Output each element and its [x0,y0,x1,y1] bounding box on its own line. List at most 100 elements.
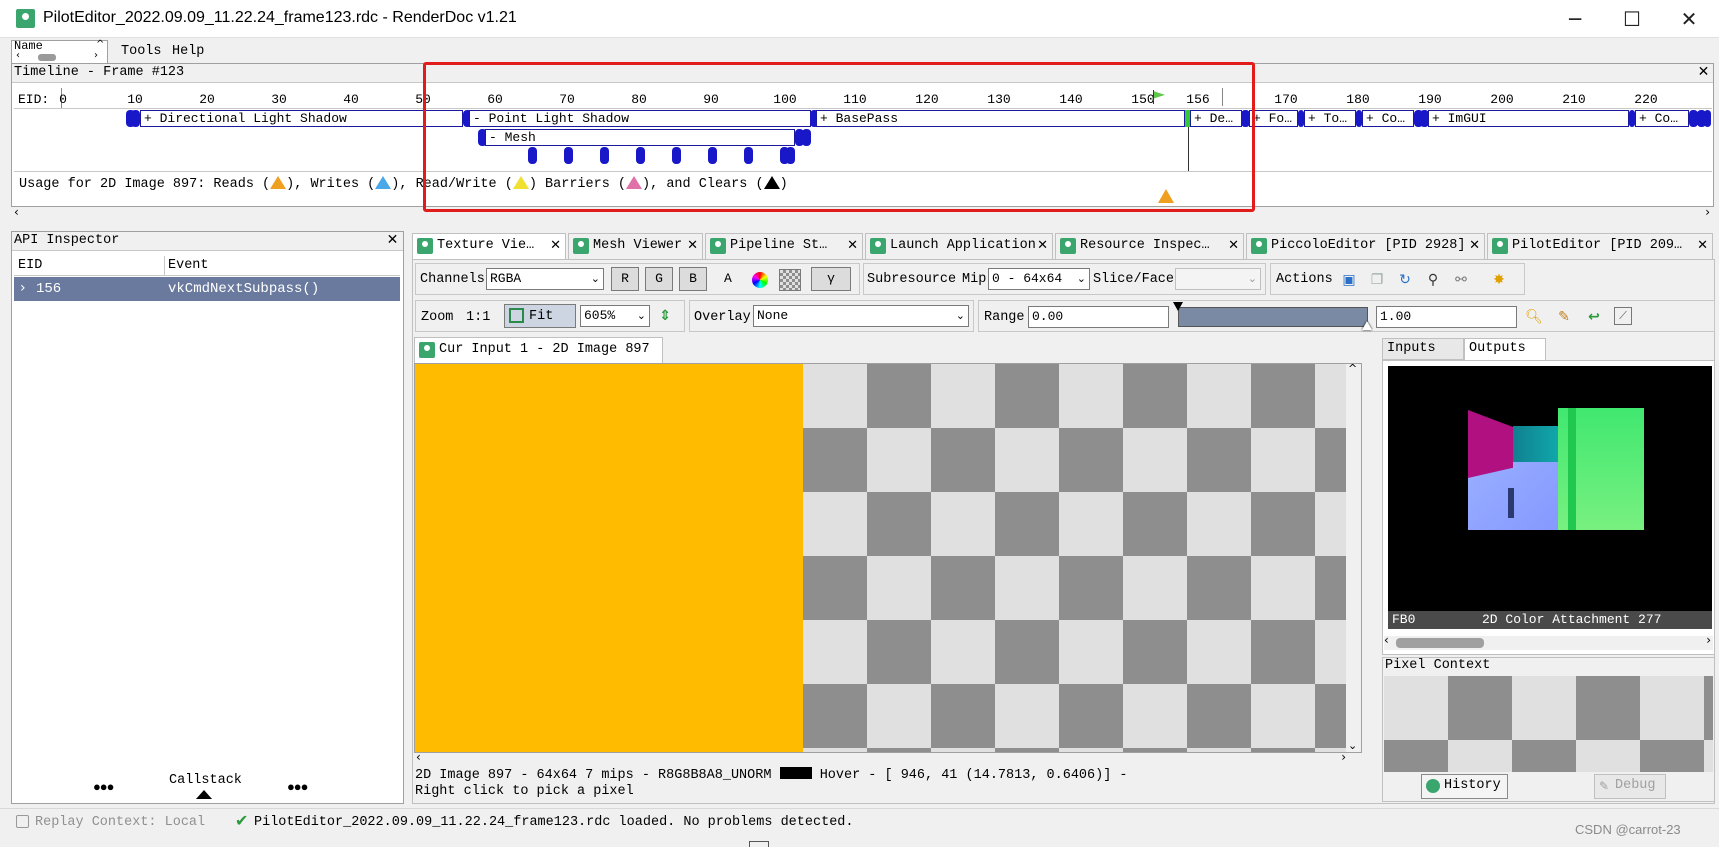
write-triangle-icon [375,176,392,189]
chevron-right-icon[interactable]: › [1706,633,1711,647]
range-min-input[interactable]: 0.00 [1028,306,1169,328]
output-thumbnail[interactable]: FB0 2D Color Attachment 277 [1388,366,1712,629]
settings-star-icon[interactable]: ✸ [1489,270,1509,290]
minimize-button[interactable]: ─ [1546,2,1604,36]
api-inspector-close-icon[interactable]: ✕ [384,232,401,249]
range-max-handle[interactable] [1362,321,1372,330]
mip-select[interactable]: 0 - 64x64 ⌄ [988,268,1090,290]
region-co-2[interactable]: + Co… [1635,110,1689,127]
canvas-vertical-scrollbar[interactable]: ^ ⌄ [1346,362,1361,752]
event-marker[interactable] [1704,110,1711,127]
channel-g-toggle[interactable]: G [645,267,673,291]
channel-b-toggle[interactable]: B [679,267,707,291]
channel-a-toggle[interactable]: A [724,271,732,286]
tab-close-icon[interactable]: ✕ [1228,234,1239,258]
api-inspector-panel: API Inspector [11,231,404,804]
chevron-down-icon[interactable]: ⌄ [1348,739,1357,752]
auto-fit-icon[interactable]: ✎ [1554,307,1574,327]
resize-grip[interactable] [749,841,769,847]
zoom-select[interactable]: 605% ⌄ [580,305,650,327]
region-co[interactable]: + Co… [1362,110,1414,127]
scroll-thumb[interactable] [38,54,56,61]
histogram-icon[interactable]: ⟋ [1614,307,1632,325]
chevron-left-icon[interactable]: ‹ [1384,633,1389,647]
tab-close-icon[interactable]: ✕ [1697,234,1708,258]
api-row-event: vkCmdNextSubpass() [168,281,320,297]
debug-button[interactable]: ✎ Debug [1594,774,1666,799]
menu-tools[interactable]: Tools [121,44,162,59]
collapse-dots-left[interactable]: ●●● [93,780,114,795]
tab-inputs[interactable]: Inputs [1382,338,1464,360]
range-histogram-slider[interactable] [1178,307,1368,327]
channel-r-toggle[interactable]: R [611,267,639,291]
range-min-handle[interactable] [1173,302,1183,311]
chevron-right-icon[interactable]: › [1705,205,1710,219]
tab-launch-application[interactable]: Launch Application ✕ [865,233,1053,259]
tab-pipeline-state[interactable]: Pipeline St… ✕ [705,233,863,259]
tab-texture-viewer[interactable]: Texture Vie… ✕ [412,233,566,259]
tab-close-icon[interactable]: ✕ [847,234,858,258]
pixel-context-view[interactable] [1384,676,1713,772]
open-icon[interactable]: ↻ [1395,270,1415,290]
tab-pilot-editor[interactable]: PilotEditor [PID 209… ✕ [1487,233,1713,259]
fit-toggle[interactable]: Fit [504,304,576,328]
api-row-selected[interactable]: › 156 vkCmdNextSubpass() [14,277,400,301]
mesh-viewer-icon [573,238,589,254]
tab-mesh-viewer[interactable]: Mesh Viewer ✕ [568,233,703,259]
tab-cur-input[interactable]: Cur Input 1 - 2D Image 897 [414,337,663,363]
column-event[interactable]: Event [168,258,209,273]
copy-icon[interactable]: ❐ [1367,270,1387,290]
name-scrollbar[interactable]: ‹ › [16,50,102,62]
scroll-thumb[interactable] [1396,638,1484,648]
chevron-left-icon[interactable]: ‹ [416,750,421,764]
chevron-left-icon[interactable]: ‹ [14,205,19,219]
region-fo[interactable]: + Fo… [1249,110,1298,127]
tab-close-icon[interactable]: ✕ [687,234,698,258]
event-marker[interactable] [131,110,140,127]
callstack-expand-icon[interactable] [196,790,212,799]
history-button[interactable]: History [1421,774,1508,799]
scene-pillar [1568,408,1576,530]
channels-select[interactable]: RGBA ⌄ [486,268,604,290]
region-directional-light-shadow[interactable]: + Directional Light Shadow [140,110,463,127]
region-to[interactable]: + To… [1304,110,1356,127]
replay-context-label[interactable]: Replay Context: Local [35,815,205,830]
chevron-right-icon[interactable]: › [1341,750,1346,764]
reset-range-icon[interactable]: ↩ [1584,307,1604,327]
checkerboard-toggle-icon[interactable] [779,269,801,291]
column-eid[interactable]: EID [18,258,42,273]
binoculars-icon[interactable]: ⚲ [1423,270,1443,290]
zoom-1to1-button[interactable]: 1:1 [466,310,490,325]
tab-close-icon[interactable]: ✕ [1469,234,1480,258]
range-max-input[interactable]: 1.00 [1376,306,1517,328]
texture-image[interactable] [415,364,803,752]
name-dropdown[interactable]: Name ‹ › ^ [11,39,108,64]
color-picker-icon[interactable] [752,272,768,288]
chevron-up-icon[interactable]: ^ [1348,362,1357,375]
thumbnail-scrollbar[interactable]: ‹ › [1384,633,1713,650]
tab-piccolo-editor[interactable]: PiccoloEditor [PID 2928] ✕ [1246,233,1485,259]
link-icon[interactable]: ⚯ [1451,270,1471,290]
canvas-horizontal-scrollbar[interactable]: ‹ › [414,750,1362,767]
flip-y-icon[interactable]: ⇕ [655,306,675,326]
texture-canvas[interactable]: ^ ⌄ [414,362,1362,753]
callstack-label[interactable]: Callstack [169,773,242,788]
menu-help[interactable]: Help [172,44,204,59]
slice-face-select[interactable]: ⌄ [1175,268,1261,290]
save-icon[interactable]: ▣ [1339,270,1359,290]
maximize-button[interactable]: ☐ [1603,2,1661,36]
collapse-dots-right[interactable]: ●●● [287,780,308,795]
texture-status-line-2: Right click to pick a pixel [415,784,634,799]
overlay-select[interactable]: None ⌄ [753,305,969,327]
chevron-right-icon[interactable]: › [20,280,26,296]
tab-outputs[interactable]: Outputs [1464,338,1546,361]
timeline-close-icon[interactable]: ✕ [1695,64,1712,81]
region-imgui[interactable]: + ImGUI [1428,110,1629,127]
chevron-down-icon: ⌄ [636,309,646,322]
tab-close-icon[interactable]: ✕ [550,234,561,258]
zoom-range-icon[interactable]: 🔍︎ [1524,307,1544,327]
tab-resource-inspector[interactable]: Resource Inspec… ✕ [1055,233,1244,259]
close-window-button[interactable]: ✕ [1660,2,1718,36]
tab-close-icon[interactable]: ✕ [1037,234,1048,258]
gamma-toggle[interactable]: γ [811,267,851,291]
